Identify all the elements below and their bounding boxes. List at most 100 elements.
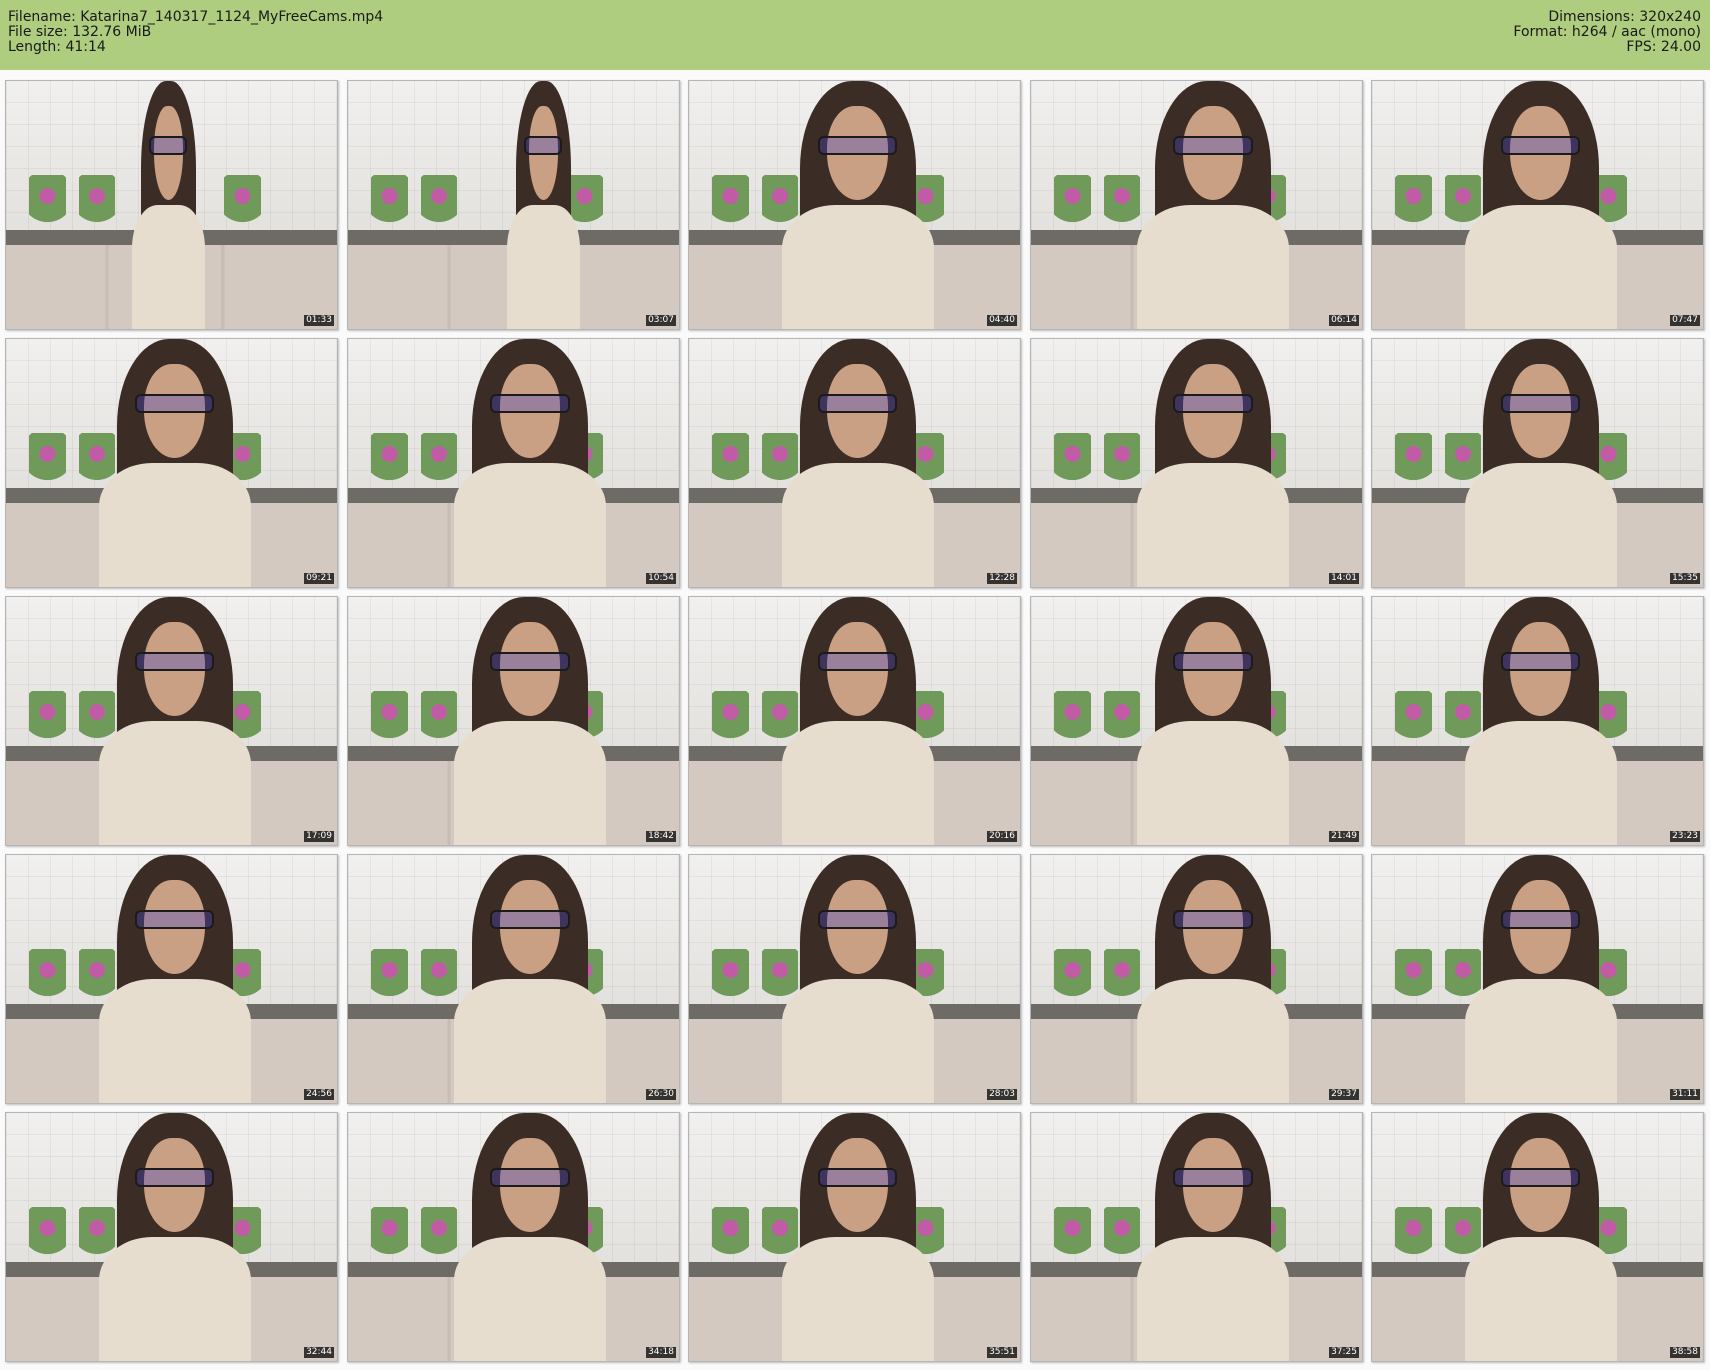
person-shirt	[1464, 979, 1617, 1103]
person-glasses	[1173, 651, 1253, 672]
thumbnail-plant	[1054, 691, 1091, 751]
person-glasses	[1501, 393, 1581, 414]
thumbnail-person	[1464, 855, 1617, 1103]
thumbnail-person	[781, 855, 934, 1103]
person-glasses	[135, 909, 215, 930]
person-glasses	[490, 909, 570, 930]
thumbnail-plant	[371, 175, 408, 235]
thumbnail-person	[1136, 597, 1290, 845]
person-glasses	[1173, 909, 1253, 930]
thumbnail-timestamp: 29:37	[1329, 1089, 1359, 1100]
metadata-left: Filename: Katarina7_140317_1124_MyFreeCa…	[8, 10, 383, 55]
video-thumbnail[interactable]: 28:03	[688, 854, 1021, 1104]
thumbnail-person	[1464, 339, 1617, 587]
thumbnail-plant	[29, 691, 66, 751]
thumbnail-person	[781, 597, 934, 845]
thumbnail-plant	[29, 949, 66, 1009]
thumbnail-person	[98, 1113, 251, 1361]
person-shirt	[1464, 205, 1617, 329]
video-thumbnail[interactable]: 26:30	[347, 854, 680, 1104]
video-thumbnail[interactable]: 10:54	[347, 338, 680, 588]
thumbnail-timestamp: 09:21	[304, 573, 334, 584]
thumbnail-plant	[712, 691, 749, 751]
person-shirt	[131, 205, 205, 329]
thumbnail-plant	[224, 175, 261, 235]
thumbnail-person	[1136, 81, 1290, 329]
person-glasses	[1501, 651, 1581, 672]
thumbnail-person	[453, 855, 607, 1103]
thumbnail-person	[1464, 597, 1617, 845]
thumbnail-plant	[1395, 1207, 1432, 1267]
person-glasses	[1173, 1167, 1253, 1188]
video-thumbnail[interactable]: 07:47	[1371, 80, 1704, 330]
thumbnail-plant	[29, 175, 66, 235]
video-thumbnail[interactable]: 09:21	[5, 338, 338, 588]
thumbnail-plant	[712, 949, 749, 1009]
thumbnail-timestamp: 14:01	[1329, 573, 1359, 584]
person-shirt	[1464, 463, 1617, 587]
thumbnail-plant	[1395, 175, 1432, 235]
video-thumbnail[interactable]: 03:07	[347, 80, 680, 330]
person-shirt	[98, 1237, 251, 1361]
video-thumbnail[interactable]: 37:25	[1030, 1112, 1363, 1362]
person-glasses	[1501, 1167, 1581, 1188]
person-shirt	[1464, 721, 1617, 845]
thumbnail-plant	[371, 691, 408, 751]
person-glasses	[135, 393, 215, 414]
video-thumbnail[interactable]: 24:56	[5, 854, 338, 1104]
person-glasses	[490, 393, 570, 414]
filename-text: Filename: Katarina7_140317_1124_MyFreeCa…	[8, 9, 384, 25]
thumbnail-timestamp: 32:44	[304, 1347, 334, 1358]
thumbnail-person	[781, 339, 934, 587]
video-thumbnail[interactable]: 38:58	[1371, 1112, 1704, 1362]
video-thumbnail[interactable]: 17:09	[5, 596, 338, 846]
person-glasses	[149, 135, 188, 156]
video-thumbnail[interactable]: 18:42	[347, 596, 680, 846]
thumbnail-timestamp: 18:42	[646, 831, 676, 842]
thumbnail-plant	[1103, 691, 1141, 751]
thumbnail-plant	[1103, 949, 1141, 1009]
video-thumbnail[interactable]: 21:49	[1030, 596, 1363, 846]
thumbnail-timestamp: 35:51	[987, 1347, 1017, 1358]
thumbnail-person	[453, 339, 607, 587]
video-thumbnail[interactable]: 35:51	[688, 1112, 1021, 1362]
person-shirt	[98, 721, 251, 845]
thumbnail-timestamp: 34:18	[646, 1347, 676, 1358]
thumbnail-person	[1136, 855, 1290, 1103]
person-shirt	[781, 979, 934, 1103]
video-thumbnail[interactable]: 20:16	[688, 596, 1021, 846]
video-thumbnail[interactable]: 31:11	[1371, 854, 1704, 1104]
video-thumbnail[interactable]: 06:14	[1030, 80, 1363, 330]
thumbnail-timestamp: 17:09	[304, 831, 334, 842]
thumbnail-timestamp: 10:54	[646, 573, 676, 584]
thumbnail-person	[453, 1113, 607, 1361]
thumbnail-plant	[712, 1207, 749, 1267]
file-size-text: File size: 132.76 MiB	[8, 24, 152, 40]
person-shirt	[453, 721, 607, 845]
video-thumbnail[interactable]: 01:33	[5, 80, 338, 330]
person-shirt	[453, 463, 607, 587]
video-thumbnail[interactable]: 29:37	[1030, 854, 1363, 1104]
thumbnail-plant	[1103, 433, 1141, 493]
thumbnail-plant	[371, 1207, 408, 1267]
metadata-header: Filename: Katarina7_140317_1124_MyFreeCa…	[0, 0, 1710, 70]
thumbnail-plant	[420, 1207, 458, 1267]
thumbnail-person	[781, 1113, 934, 1361]
thumbnail-person	[453, 597, 607, 845]
video-thumbnail[interactable]: 32:44	[5, 1112, 338, 1362]
thumbnail-plant	[1395, 949, 1432, 1009]
video-thumbnail[interactable]: 04:40	[688, 80, 1021, 330]
person-glasses	[818, 393, 898, 414]
video-thumbnail[interactable]: 15:35	[1371, 338, 1704, 588]
person-shirt	[1464, 1237, 1617, 1361]
video-thumbnail[interactable]: 34:18	[347, 1112, 680, 1362]
video-thumbnail[interactable]: 14:01	[1030, 338, 1363, 588]
thumbnail-timestamp: 07:47	[1670, 315, 1700, 326]
person-glasses	[818, 651, 898, 672]
video-thumbnail[interactable]: 12:28	[688, 338, 1021, 588]
thumbnail-plant	[712, 175, 749, 235]
video-thumbnail[interactable]: 23:23	[1371, 596, 1704, 846]
thumbnail-person	[131, 81, 205, 329]
thumbnail-person	[1464, 81, 1617, 329]
thumbnail-timestamp: 01:33	[304, 315, 334, 326]
